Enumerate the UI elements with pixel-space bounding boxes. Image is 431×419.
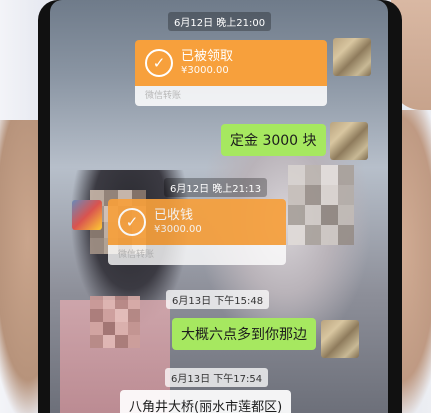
chat-bubble-sent[interactable]: 定金 3000 块 (221, 124, 326, 156)
check-circle-icon: ✓ (118, 208, 146, 236)
transfer-title: 已被领取 (181, 49, 234, 64)
chat-bubble-sent[interactable]: 大概六点多到你那边 (172, 318, 316, 350)
avatar-me (333, 38, 371, 76)
check-circle-icon: ✓ (145, 49, 173, 77)
transfer-card-received[interactable]: ✓ 已被领取 ¥3000.00 微信转账 (135, 40, 327, 106)
transfer-amount: ¥3000.00 (181, 65, 229, 76)
face-mosaic-right (288, 165, 354, 245)
hand-mosaic-bottom (90, 296, 140, 348)
timestamp: 6月12日 晚上21:00 (168, 12, 272, 31)
avatar-me (330, 122, 368, 160)
timestamp: 6月12日 晚上21:13 (164, 178, 268, 197)
avatar-me (321, 320, 359, 358)
bottom-border (0, 413, 431, 419)
transfer-footer: 微信转账 (135, 86, 327, 106)
transfer-footer: 微信转账 (108, 245, 286, 265)
timestamp: 6月13日 下午15:48 (166, 290, 270, 309)
avatar-contact (72, 200, 102, 230)
timestamp: 6月13日 下午17:54 (165, 368, 269, 387)
transfer-card-collected[interactable]: ✓ 已收钱 ¥3000.00 微信转账 (108, 199, 286, 265)
transfer-title: 已收钱 (154, 208, 194, 223)
transfer-amount: ¥3000.00 (154, 224, 202, 235)
